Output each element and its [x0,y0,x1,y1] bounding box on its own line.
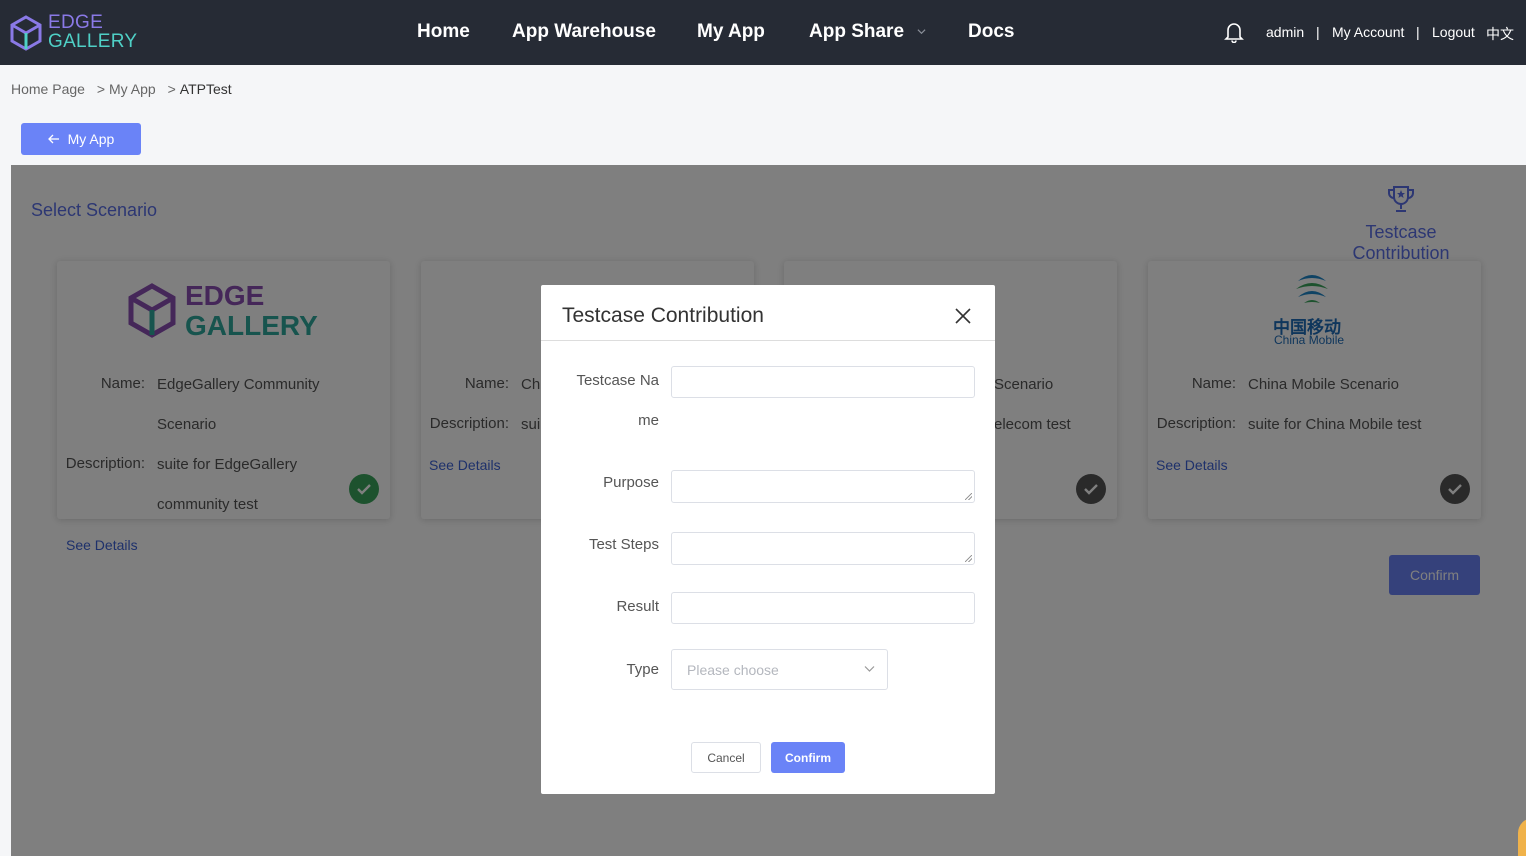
bell-icon[interactable] [1224,21,1244,43]
edgegallery-logo[interactable]: EDGE GALLERY [10,13,140,53]
testcase-name-label-cont: me [638,412,659,429]
arrow-left-icon [47,134,59,144]
cancel-button[interactable]: Cancel [691,742,761,773]
result-input[interactable] [671,592,975,624]
type-select-placeholder: Please choose [687,662,779,678]
result-label: Result [616,598,659,615]
type-label: Type [626,661,659,678]
divider: | [1316,24,1320,40]
chevron-down-icon[interactable] [917,27,926,36]
nav-docs[interactable]: Docs [968,21,1014,43]
breadcrumb: Home Page > My App > ATPTest [11,81,232,97]
breadcrumb-separator: > [96,81,106,97]
test-steps-label: Test Steps [588,536,659,553]
testcase-contribution-dialog: Testcase Contribution Testcase Na me Pur… [541,285,995,794]
testcase-name-label: Testcase Na [576,372,659,389]
divider: | [1416,24,1420,40]
logout-link[interactable]: Logout [1432,24,1475,40]
breadcrumb-my-app[interactable]: My App [109,81,156,97]
back-button-label: My App [67,131,115,147]
username: admin [1266,24,1305,40]
breadcrumb-home[interactable]: Home Page [11,81,85,97]
back-to-my-app-button[interactable]: My App [21,123,141,155]
nav-my-app[interactable]: My App [697,21,765,43]
breadcrumb-separator: > [167,81,176,97]
cube-logo-icon [10,15,42,51]
my-account-link[interactable]: My Account [1332,24,1404,40]
dialog-header: Testcase Contribution [541,285,995,341]
dialog-title: Testcase Contribution [562,304,764,327]
purpose-label: Purpose [603,474,659,491]
purpose-textarea[interactable] [671,470,975,503]
logo-text-edge: EDGE [48,12,104,33]
test-steps-textarea[interactable] [671,532,975,565]
close-icon[interactable] [954,307,972,325]
type-select[interactable]: Please choose [671,649,888,690]
testcase-name-input[interactable] [671,366,975,398]
language-switch[interactable]: 中文 [1486,24,1514,44]
nav-app-share[interactable]: App Share [809,21,904,43]
chevron-down-icon [864,666,875,672]
confirm-button[interactable]: Confirm [771,742,845,773]
nav-home[interactable]: Home [417,21,470,43]
nav-app-warehouse[interactable]: App Warehouse [512,21,656,43]
logo-text-gallery: GALLERY [48,31,138,52]
top-nav-bar: EDGE GALLERY Home App Warehouse My App A… [0,0,1526,65]
breadcrumb-current: ATPTest [179,81,232,97]
